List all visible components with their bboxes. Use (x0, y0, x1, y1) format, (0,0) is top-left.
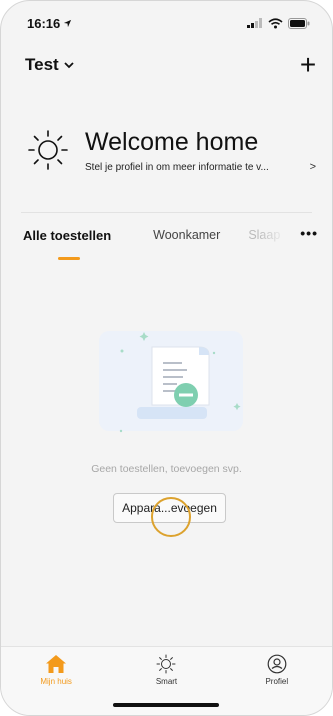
status-time: 16:16 (27, 16, 72, 31)
clock-text: 16:16 (27, 15, 61, 31)
nav-label: Smart (155, 677, 178, 686)
battery-icon (288, 17, 310, 29)
divider (21, 212, 312, 213)
empty-devices-illustration (97, 323, 245, 441)
home-indicator-bar (113, 703, 219, 707)
add-device-button[interactable]: Appara...evoegen (113, 493, 226, 523)
cellular-signal-icon (247, 18, 262, 28)
home-icon (46, 655, 67, 673)
add-button[interactable]: + (296, 51, 320, 79)
status-icons (247, 17, 310, 29)
chevron-right-icon: > (309, 161, 316, 173)
active-tab-indicator (58, 257, 80, 260)
top-bar: Test + (1, 51, 332, 79)
nav-label: Profiel (265, 677, 289, 686)
status-bar: 16:16 (1, 1, 332, 45)
home-selector[interactable]: Test (25, 55, 74, 75)
sun-icon (156, 654, 176, 674)
welcome-text: Welcome home Stel je profiel in om meer … (85, 127, 316, 173)
empty-state-message: Geen toestellen, toevoegen svp. (91, 463, 242, 475)
location-arrow-icon (64, 19, 72, 27)
welcome-subtitle: Stel je profiel in om meer informatie te… (85, 161, 269, 173)
sun-icon (25, 127, 71, 173)
nav-label: Mijn huis (40, 677, 72, 686)
welcome-title: Welcome home (85, 128, 259, 156)
home-name: Test (25, 55, 59, 74)
nav-profile[interactable]: Profiel (232, 647, 322, 715)
tab-fade (259, 225, 299, 247)
profile-prompt[interactable]: Stel je profiel in om meer informatie te… (85, 161, 316, 173)
nav-my-home[interactable]: Mijn huis (11, 647, 101, 715)
tab-living-room[interactable]: Woonkamer (153, 225, 220, 242)
chevron-down-icon (64, 61, 74, 68)
app-screen: 16:16 Test + Welcome home Stel je profie… (0, 0, 333, 716)
welcome-card[interactable]: Welcome home Stel je profiel in om meer … (25, 119, 316, 181)
more-tabs-button[interactable]: ••• (300, 225, 318, 241)
wifi-icon (268, 17, 283, 28)
profile-icon (267, 654, 287, 674)
tab-all-devices[interactable]: Alle toestellen (23, 225, 111, 243)
